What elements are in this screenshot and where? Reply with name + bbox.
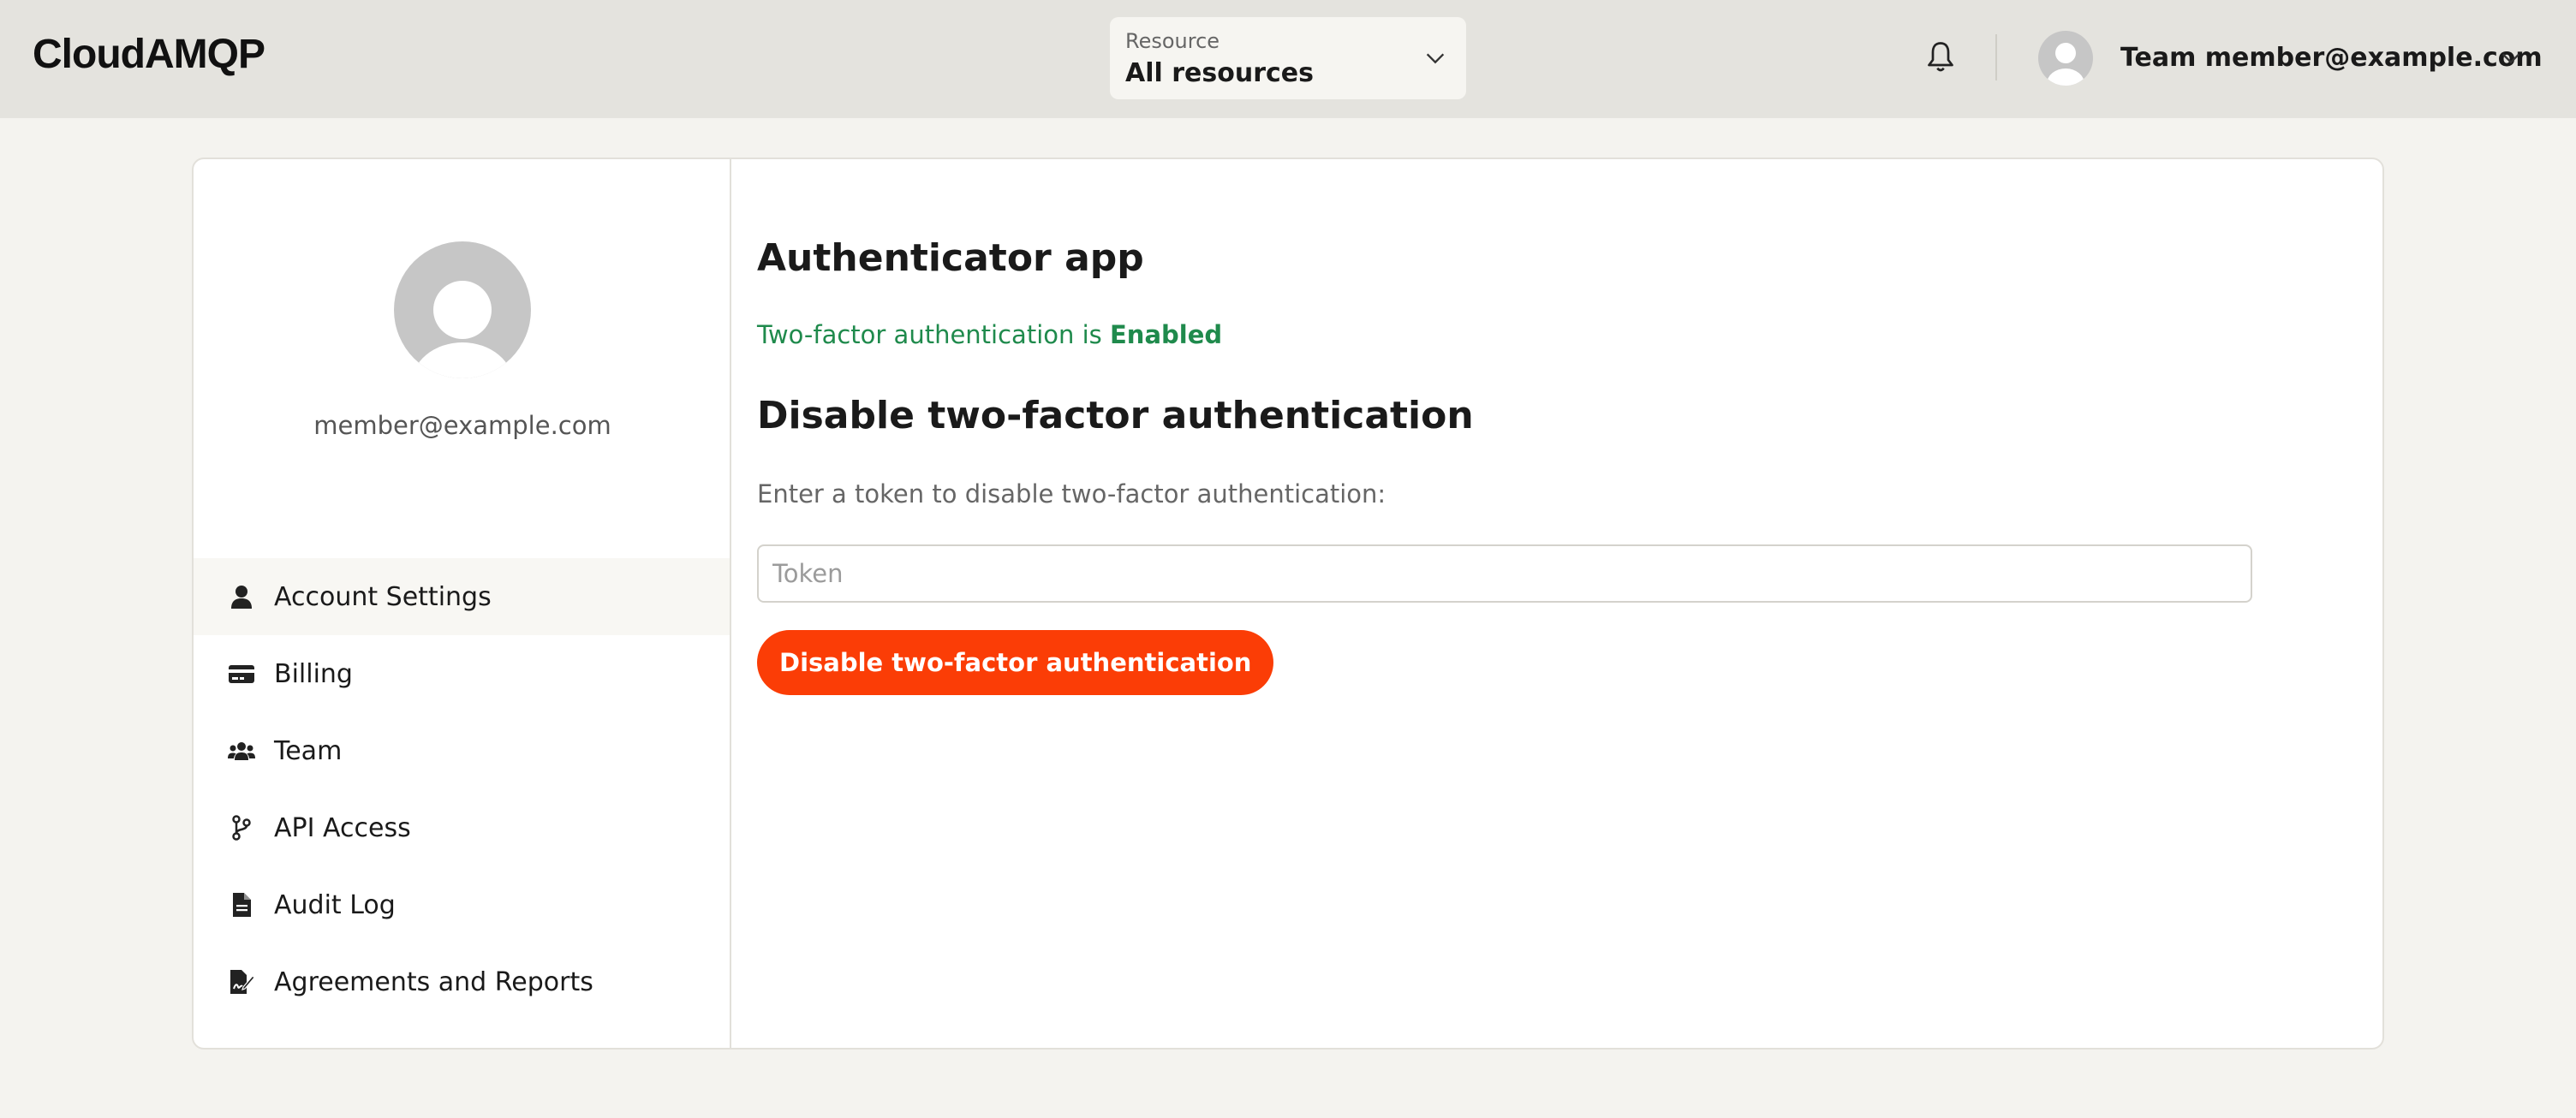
sidebar-item-label: Account Settings <box>274 582 492 612</box>
status-badge: Enabled <box>1109 320 1223 349</box>
sidebar-item-agreements-and-reports[interactable]: Agreements and Reports <box>194 943 730 1020</box>
settings-card: member@example.com Account Settings Bill… <box>192 158 2384 1050</box>
signature-icon <box>230 970 255 994</box>
bell-icon[interactable] <box>1925 39 1956 75</box>
sidebar-item-label: Agreements and Reports <box>274 967 593 997</box>
user-menu-name[interactable]: Team member@example.com <box>2120 43 2543 73</box>
chevron-down-icon <box>1426 53 1445 64</box>
resource-selector[interactable]: Resource All resources <box>1110 17 1466 99</box>
token-input[interactable] <box>757 544 2252 603</box>
sidebar-item-audit-log[interactable]: Audit Log <box>194 866 730 943</box>
status-prefix: Two-factor authentication is <box>757 320 1110 349</box>
sidebar-item-label: Team <box>274 736 343 766</box>
sidebar-item-billing[interactable]: Billing <box>194 635 730 712</box>
person-icon <box>231 586 252 609</box>
profile-avatar-icon <box>394 241 531 378</box>
users-icon <box>228 742 255 760</box>
logo[interactable]: CloudAMQP <box>33 31 265 78</box>
sidebar-item-team[interactable]: Team <box>194 712 730 789</box>
authenticator-heading: Authenticator app <box>757 236 1144 280</box>
document-icon <box>233 893 251 917</box>
main-content: Authenticator app Two-factor authenticat… <box>754 159 2381 1048</box>
two-factor-status: Two-factor authentication is Enabled <box>757 320 1222 349</box>
sidebar-item-label: Billing <box>274 659 353 689</box>
code-branch-icon <box>232 815 251 841</box>
sidebar-item-label: Audit Log <box>274 890 396 920</box>
sidebar-nav: Account Settings Billing Team API Access… <box>194 558 730 1020</box>
disable-heading: Disable two-factor authentication <box>757 394 1474 437</box>
top-bar: CloudAMQP Resource All resources Team me… <box>0 0 2576 118</box>
header-divider <box>1995 34 1997 80</box>
sidebar-item-label: API Access <box>274 813 411 843</box>
sidebar-item-api-access[interactable]: API Access <box>194 789 730 866</box>
avatar-icon[interactable] <box>2038 31 2093 86</box>
disable-two-factor-button[interactable]: Disable two-factor authentication <box>757 630 1274 695</box>
profile-email: member@example.com <box>313 411 611 440</box>
chevron-down-icon[interactable] <box>2499 46 2523 70</box>
sidebar-item-account-settings[interactable]: Account Settings <box>194 558 730 635</box>
sidebar: member@example.com Account Settings Bill… <box>194 159 731 1048</box>
resource-value: All resources <box>1125 58 1314 88</box>
credit-card-icon <box>229 665 254 683</box>
token-help-text: Enter a token to disable two-factor auth… <box>757 479 1386 508</box>
resource-label: Resource <box>1125 29 1220 53</box>
